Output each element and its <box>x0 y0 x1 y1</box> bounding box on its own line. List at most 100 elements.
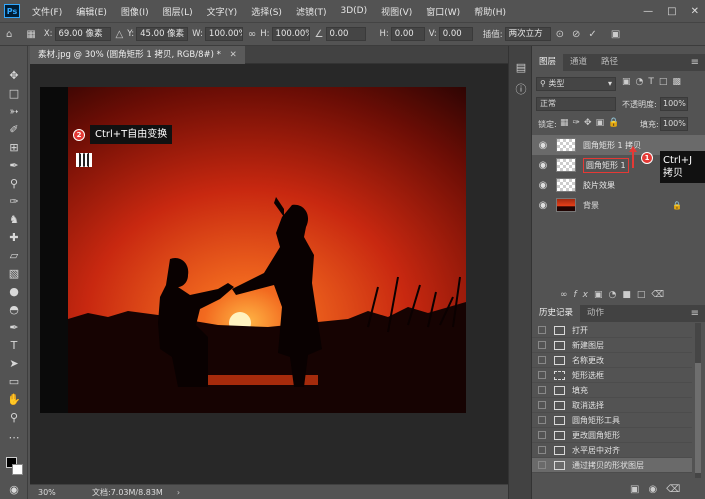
menu-filter[interactable]: 滤镜(T) <box>296 5 327 18</box>
quick-select-tool-icon[interactable]: ✐ <box>6 122 22 138</box>
x-field[interactable]: 69.00 像素 <box>54 27 111 41</box>
brush-tool-icon[interactable]: ✑ <box>6 194 22 210</box>
transform-handle-icon[interactable] <box>76 153 92 167</box>
info-icon[interactable]: ⓘ <box>513 82 529 98</box>
history-panel-menu-icon[interactable]: ≡ <box>691 305 699 322</box>
close-tab-icon[interactable]: ✕ <box>230 50 237 60</box>
history-item[interactable]: 新建图层 <box>532 338 692 353</box>
history-checkbox[interactable] <box>538 326 546 334</box>
clone-stamp-tool-icon[interactable]: ♞ <box>6 212 22 228</box>
minimize-icon[interactable]: — <box>643 6 653 17</box>
history-checkbox[interactable] <box>538 461 546 469</box>
menu-view[interactable]: 视图(V) <box>381 5 412 18</box>
hskew-field[interactable]: 0.00 <box>390 27 425 41</box>
reference-point-icon[interactable]: ▦ <box>26 29 35 40</box>
history-checkbox[interactable] <box>538 416 546 424</box>
tab-paths[interactable]: 路径 <box>594 54 625 71</box>
history-icon[interactable]: ▤ <box>513 60 529 76</box>
visibility-eye-icon[interactable]: ◉ <box>536 200 550 211</box>
maximize-icon[interactable]: □ <box>667 6 676 17</box>
lock-icons[interactable]: ▦✑✥▣🔒 <box>560 118 623 128</box>
history-checkbox[interactable] <box>538 386 546 394</box>
path-selection-tool-icon[interactable]: ➤ <box>6 356 22 372</box>
history-checkbox[interactable] <box>538 356 546 364</box>
y-field[interactable]: 45.00 像素 <box>136 27 189 41</box>
blur-tool-icon[interactable]: ● <box>6 284 22 300</box>
commit-transform-icon[interactable]: ✓ <box>588 29 596 40</box>
pen-tool-icon[interactable]: ✒ <box>6 320 22 336</box>
tab-layers[interactable]: 图层 <box>532 54 564 71</box>
menu-3d[interactable]: 3D(D) <box>340 6 367 16</box>
history-item[interactable]: 填充 <box>532 383 692 398</box>
document-tab[interactable]: 素材.jpg @ 30% (圆角矩形 1 拷贝, RGB/8#) * ✕ <box>30 46 245 64</box>
shape-tool-icon[interactable]: ▭ <box>6 374 22 390</box>
lasso-tool-icon[interactable]: ➳ <box>6 104 22 120</box>
fill-field[interactable]: 100% <box>660 117 688 131</box>
history-item[interactable]: 名称更改 <box>532 353 692 368</box>
layers-panel-menu-icon[interactable]: ≡ <box>691 54 699 71</box>
history-bottom-toolbar[interactable]: ▣◉⌫ <box>630 484 689 495</box>
layer-filter-icons[interactable]: ▣◔T□▩ <box>622 77 686 91</box>
zoom-tool-icon[interactable]: ⚲ <box>6 410 22 426</box>
status-menu-icon[interactable]: › <box>177 488 180 497</box>
link-icon[interactable]: ∞ <box>248 29 256 40</box>
visibility-eye-icon[interactable]: ◉ <box>536 140 550 151</box>
tab-history[interactable]: 历史记录 <box>532 305 581 322</box>
vskew-field[interactable]: 0.00 <box>438 27 473 41</box>
menu-type[interactable]: 文字(Y) <box>207 5 238 18</box>
warp-icon[interactable]: ⊙ <box>556 29 564 40</box>
layer-kind-filter[interactable]: ⚲ 类型 ▾ <box>536 77 616 91</box>
quick-mask-icon[interactable]: ◉ <box>6 482 22 498</box>
visibility-eye-icon[interactable]: ◉ <box>536 180 550 191</box>
menu-edit[interactable]: 编辑(E) <box>76 5 107 18</box>
menu-file[interactable]: 文件(F) <box>32 5 62 18</box>
history-checkbox[interactable] <box>538 371 546 379</box>
opacity-field[interactable]: 100% <box>660 97 688 111</box>
workspace-icon[interactable]: ▣ <box>611 29 620 40</box>
eyedropper-tool-icon[interactable]: ✒ <box>6 158 22 174</box>
tab-actions[interactable]: 动作 <box>580 305 611 322</box>
menu-help[interactable]: 帮助(H) <box>474 5 506 18</box>
history-item[interactable]: 打开 <box>532 323 692 338</box>
layers-bottom-toolbar[interactable]: ∞fx▣◔■□⌫ <box>560 290 670 300</box>
history-item[interactable]: 矩形选框 <box>532 368 692 383</box>
dodge-tool-icon[interactable]: ◓ <box>6 302 22 318</box>
angle-field[interactable]: 0.00 <box>325 27 366 41</box>
gradient-tool-icon[interactable]: ▧ <box>6 266 22 282</box>
history-scrollbar-thumb[interactable] <box>695 363 701 473</box>
blend-mode-select[interactable]: 正常 <box>536 97 616 111</box>
history-checkbox[interactable] <box>538 341 546 349</box>
menu-select[interactable]: 选择(S) <box>251 5 282 18</box>
eraser-tool-icon[interactable]: ▱ <box>6 248 22 264</box>
menu-layer[interactable]: 图层(L) <box>163 5 193 18</box>
h-field[interactable]: 100.00% <box>271 27 310 41</box>
history-checkbox[interactable] <box>538 446 546 454</box>
more-tools-icon[interactable]: ⋯ <box>6 430 22 446</box>
layer-row[interactable]: ◉ 背景 🔒 <box>532 195 705 215</box>
history-brush-tool-icon[interactable]: ✚ <box>6 230 22 246</box>
history-item[interactable]: 取消选择 <box>532 398 692 413</box>
history-checkbox[interactable] <box>538 401 546 409</box>
home-icon[interactable]: ⌂ <box>6 29 12 40</box>
close-icon[interactable]: ✕ <box>691 6 699 17</box>
zoom-level[interactable]: 30% <box>38 488 78 497</box>
move-tool-icon[interactable]: ✥ <box>6 68 22 84</box>
hand-tool-icon[interactable]: ✋ <box>6 392 22 408</box>
cancel-transform-icon[interactable]: ⊘ <box>572 29 580 40</box>
tab-channels[interactable]: 通道 <box>563 54 594 71</box>
crop-tool-icon[interactable]: ⊞ <box>6 140 22 156</box>
history-checkbox[interactable] <box>538 431 546 439</box>
history-item-active[interactable]: 通过拷贝的形状图层 <box>532 458 692 473</box>
visibility-eye-icon[interactable]: ◉ <box>536 160 550 171</box>
w-field[interactable]: 100.00% <box>204 27 243 41</box>
history-scrollbar[interactable] <box>695 323 701 478</box>
history-item[interactable]: 更改圆角矩形 <box>532 428 692 443</box>
history-item[interactable]: 圆角矩形工具 <box>532 413 692 428</box>
menu-image[interactable]: 图像(I) <box>121 5 149 18</box>
background-color-swatch[interactable] <box>12 464 23 475</box>
marquee-tool-icon[interactable]: □ <box>6 86 22 102</box>
history-item[interactable]: 水平居中对齐 <box>532 443 692 458</box>
healing-brush-tool-icon[interactable]: ⚲ <box>6 176 22 192</box>
interpolation-select[interactable]: 两次立方 <box>504 27 551 41</box>
type-tool-icon[interactable]: T <box>6 338 22 354</box>
